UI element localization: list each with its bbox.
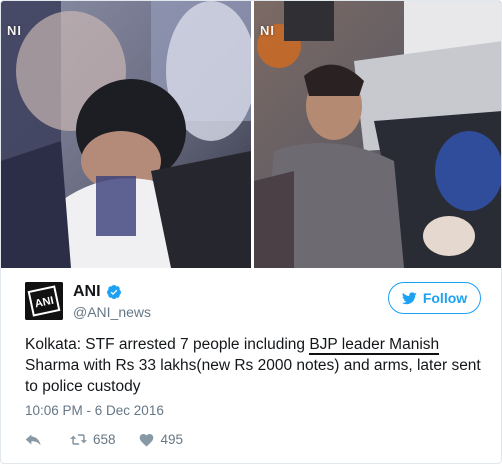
tweet-timestamp[interactable]: 10:06 PM - 6 Dec 2016 [25,403,164,418]
like-button[interactable]: 495 [138,431,184,447]
ani-logo-icon[interactable]: ANI [25,282,63,320]
tweet-media: NI NI [1,1,501,268]
tweet-card: NI NI ANI ANI @ANI_news Follow Kolkata: … [0,0,502,464]
tweet-text-highlight: BJP leader Manish [309,336,440,355]
retweet-count: 658 [93,431,116,447]
watermark-right: NI [260,23,275,38]
arrest-photo-right-image [254,1,501,268]
tweet-header: ANI ANI @ANI_news Follow [1,280,501,328]
follow-button-label: Follow [422,290,468,306]
arrest-photo-left-image [1,1,251,268]
reply-button[interactable] [25,432,48,447]
tweet-actions: 658 495 [25,429,205,449]
tweet-text-after: Sharma with Rs 33 lakhs(new Rs 2000 note… [25,357,481,395]
reply-icon [25,434,41,446]
tweet-text-before: Kolkata: STF arrested 7 people including [25,336,310,353]
author-name-line[interactable]: ANI [73,283,122,301]
author-handle[interactable]: @ANI_news [73,304,151,320]
verified-badge-icon [106,285,121,300]
follow-button[interactable]: Follow [388,282,481,314]
like-count: 495 [160,431,184,447]
author-display-name: ANI [73,283,101,300]
heart-icon [139,433,153,447]
retweet-icon [70,433,87,445]
retweet-button[interactable]: 658 [70,432,116,447]
tweet-text: Kolkata: STF arrested 7 people including… [25,334,487,397]
tweet-photo-right[interactable]: NI [254,1,501,268]
watermark-left: NI [7,23,22,38]
bird-icon [401,291,417,304]
tweet-photo-left[interactable]: NI [1,1,251,268]
